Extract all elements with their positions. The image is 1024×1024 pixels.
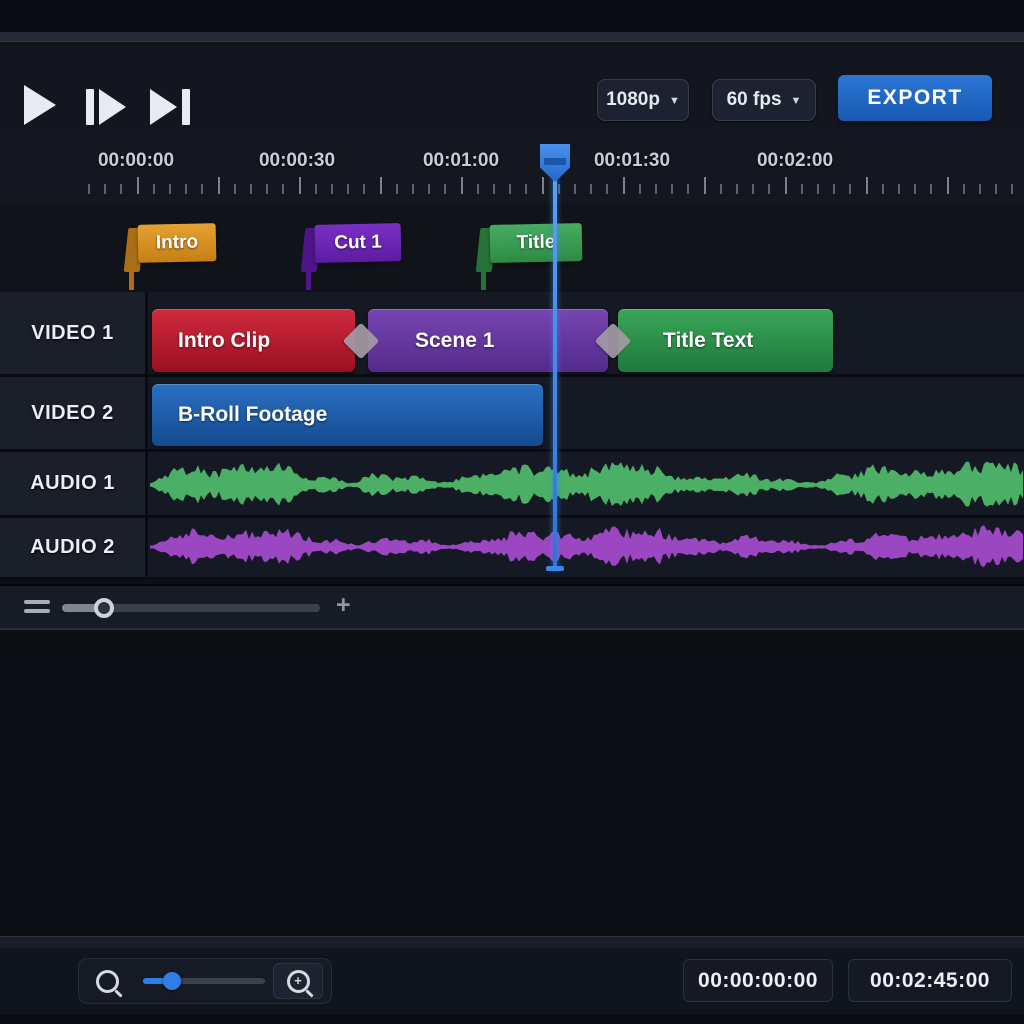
playhead-handle[interactable] — [540, 144, 570, 182]
waveform-audio-1[interactable] — [150, 455, 1024, 515]
zoom-out-button[interactable] — [85, 963, 129, 999]
clip-label: Intro Clip — [178, 329, 270, 353]
timeline-zoom-bar: + — [0, 584, 1024, 632]
preview-panel — [0, 630, 1024, 936]
clip-scene-1[interactable]: Scene 1 — [368, 309, 608, 372]
navigation-zoom-group: + — [78, 958, 332, 1004]
clip-label: Title Text — [663, 329, 753, 353]
out-timecode-display[interactable]: 00:02:45:00 — [848, 959, 1012, 1002]
hamburger-icon[interactable] — [24, 600, 50, 618]
magnifier-plus-icon: + — [287, 970, 310, 993]
playhead-foot — [546, 566, 564, 571]
app-root: 00:01:12:08 1080p ▼ 60 fps ▼ EXPORT 00:0… — [0, 0, 1024, 1024]
clip-label: Scene 1 — [415, 329, 494, 353]
playhead-line — [553, 150, 557, 570]
clip-intro-clip[interactable]: Intro Clip — [152, 309, 355, 372]
in-timecode-display[interactable]: 00:00:00:00 — [683, 959, 833, 1002]
magnifier-icon — [96, 970, 119, 993]
clip-b-roll-footage[interactable]: B-Roll Footage — [152, 384, 543, 446]
timeline-zoom-knob[interactable] — [94, 598, 114, 618]
bottom-edge — [0, 1014, 1024, 1024]
clip-label: B-Roll Footage — [178, 403, 327, 427]
waveform-audio-2[interactable] — [150, 519, 1024, 575]
clip-title-text[interactable]: Title Text — [618, 309, 833, 372]
nav-zoom-knob[interactable] — [163, 972, 181, 990]
zoom-in-button[interactable]: + — [273, 963, 323, 999]
zoom-in-plus-button[interactable]: + — [336, 591, 351, 620]
